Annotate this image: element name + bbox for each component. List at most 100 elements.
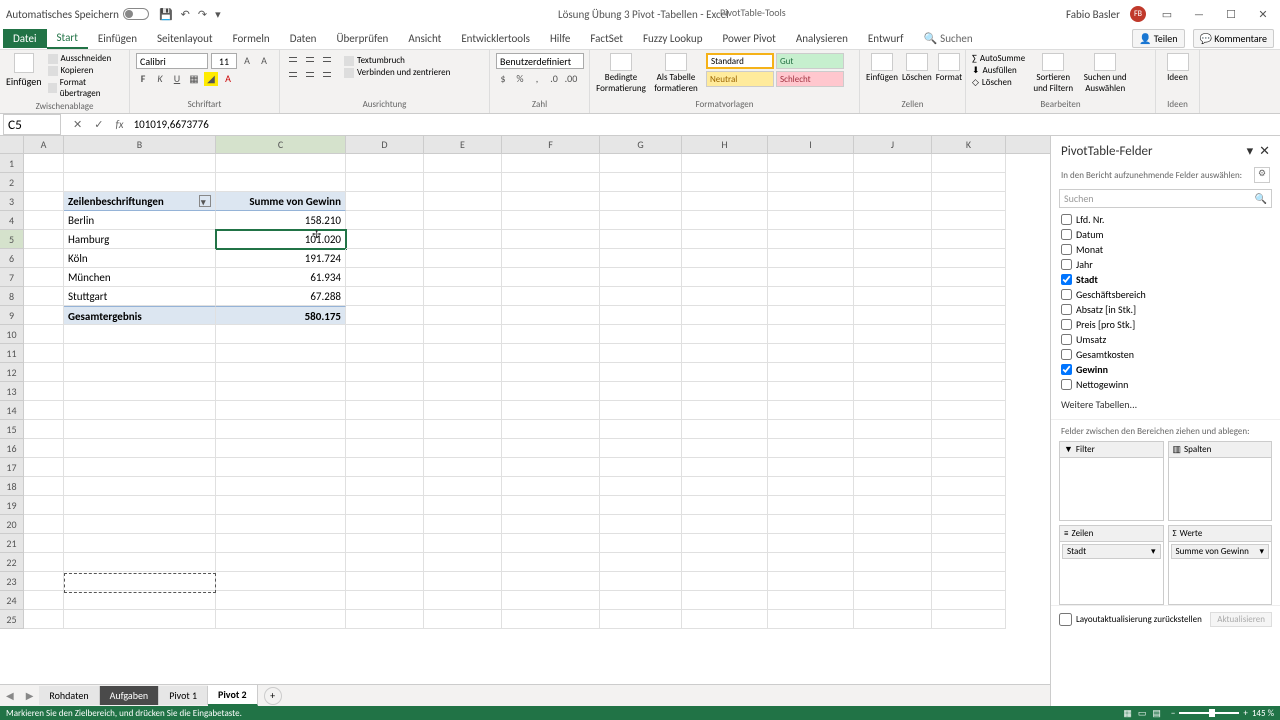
cell[interactable] <box>854 173 932 192</box>
border-button[interactable]: ▦ <box>187 72 201 86</box>
cell[interactable] <box>932 591 1006 610</box>
cell[interactable] <box>424 439 502 458</box>
cell[interactable] <box>424 230 502 249</box>
tab-seitenlayout[interactable]: Seitenlayout <box>147 29 223 48</box>
cell[interactable] <box>682 572 768 591</box>
comments-button[interactable]: 💬 Kommentare <box>1193 29 1274 48</box>
cell[interactable] <box>854 439 932 458</box>
cell[interactable] <box>64 458 216 477</box>
cell[interactable] <box>600 363 682 382</box>
cell[interactable] <box>768 458 854 477</box>
cell[interactable] <box>600 211 682 230</box>
cell[interactable] <box>216 553 346 572</box>
col-header-B[interactable]: B <box>64 136 216 153</box>
row-header-19[interactable]: 19 <box>0 496 23 515</box>
cell[interactable] <box>768 572 854 591</box>
paste-button[interactable]: Einfügen <box>6 53 42 88</box>
cell[interactable] <box>346 458 424 477</box>
cell[interactable] <box>346 439 424 458</box>
zoom-out-icon[interactable]: − <box>1171 708 1175 719</box>
cell[interactable] <box>768 211 854 230</box>
cell[interactable] <box>682 192 768 211</box>
cell[interactable] <box>768 534 854 553</box>
sheet-nav-next-icon[interactable]: ▶ <box>20 689 40 702</box>
cell[interactable] <box>64 344 216 363</box>
cell[interactable] <box>502 496 600 515</box>
cell[interactable] <box>346 496 424 515</box>
cell[interactable] <box>854 268 932 287</box>
row-header-14[interactable]: 14 <box>0 401 23 420</box>
sheet-tab-aufgaben[interactable]: Aufgaben <box>100 686 160 705</box>
sheet-nav-prev-icon[interactable]: ◀ <box>0 689 20 702</box>
field-monat[interactable]: Monat <box>1061 242 1270 257</box>
field-checkbox[interactable] <box>1061 214 1072 225</box>
cell[interactable] <box>682 610 768 629</box>
fill-button[interactable]: ⬇Ausfüllen <box>972 65 1025 76</box>
cell[interactable] <box>502 515 600 534</box>
field-checkbox[interactable] <box>1061 244 1072 255</box>
cell[interactable] <box>216 458 346 477</box>
clear-button[interactable]: ◇Löschen <box>972 77 1025 88</box>
user-avatar[interactable]: FB <box>1130 6 1146 22</box>
insert-cells-button[interactable]: Einfügen <box>866 53 898 83</box>
cell[interactable] <box>932 173 1006 192</box>
cell[interactable]: 101.020 <box>216 230 346 249</box>
cell[interactable] <box>24 477 64 496</box>
cell[interactable] <box>682 458 768 477</box>
cell[interactable] <box>424 610 502 629</box>
cell[interactable] <box>424 572 502 591</box>
user-name[interactable]: Fabio Basler <box>1066 8 1120 21</box>
cell[interactable] <box>600 610 682 629</box>
cell[interactable] <box>502 325 600 344</box>
autosum-button[interactable]: ∑AutoSumme <box>972 53 1025 64</box>
font-size-select[interactable] <box>211 53 237 69</box>
cells-area[interactable]: ZeilenbeschriftungenSumme von GewinnBerl… <box>24 154 1050 629</box>
formula-input[interactable]: 101019,6673776 <box>130 117 1280 132</box>
cell[interactable] <box>64 401 216 420</box>
currency-button[interactable]: $ <box>496 72 510 86</box>
cell[interactable] <box>502 572 600 591</box>
cell[interactable] <box>682 591 768 610</box>
increase-font-icon[interactable]: A <box>240 54 254 68</box>
cell[interactable] <box>600 173 682 192</box>
tab-entwurf[interactable]: Entwurf <box>858 29 914 48</box>
cell[interactable] <box>346 401 424 420</box>
cell[interactable] <box>932 344 1006 363</box>
update-button[interactable]: Aktualisieren <box>1210 612 1272 627</box>
format-cells-button[interactable]: Format <box>936 53 962 83</box>
cell[interactable] <box>216 420 346 439</box>
cell[interactable] <box>424 458 502 477</box>
cell[interactable] <box>768 382 854 401</box>
col-header-J[interactable]: J <box>854 136 932 153</box>
tab-einfuegen[interactable]: Einfügen <box>88 29 147 48</box>
cell[interactable] <box>932 268 1006 287</box>
cell[interactable] <box>854 249 932 268</box>
defer-checkbox[interactable] <box>1059 613 1072 626</box>
cell[interactable] <box>64 439 216 458</box>
conditional-formatting-button[interactable]: Bedingte Formatierung <box>596 53 646 94</box>
cell[interactable] <box>682 230 768 249</box>
rows-area[interactable]: ≡Zeilen Stadt▾ <box>1059 525 1164 605</box>
cell[interactable] <box>64 591 216 610</box>
cell[interactable] <box>502 306 600 325</box>
cell[interactable] <box>768 249 854 268</box>
cell[interactable]: Stuttgart <box>64 287 216 306</box>
col-header-A[interactable]: A <box>24 136 64 153</box>
cell[interactable] <box>768 401 854 420</box>
cell[interactable] <box>502 287 600 306</box>
cell[interactable]: Gesamtergebnis <box>64 306 216 325</box>
cell[interactable] <box>64 173 216 192</box>
cell[interactable] <box>24 401 64 420</box>
cell[interactable] <box>768 363 854 382</box>
autosave-toggle[interactable]: Automatisches Speichern <box>6 8 149 21</box>
sheet-tab-pivot2[interactable]: Pivot 2 <box>208 685 258 706</box>
tab-start[interactable]: Start <box>47 28 88 49</box>
col-header-D[interactable]: D <box>346 136 424 153</box>
cell[interactable] <box>600 439 682 458</box>
cell[interactable]: Berlin <box>64 211 216 230</box>
cell[interactable] <box>346 363 424 382</box>
cell[interactable]: Köln <box>64 249 216 268</box>
cell[interactable] <box>502 230 600 249</box>
cell[interactable] <box>216 382 346 401</box>
style-neutral[interactable]: Neutral <box>706 71 774 87</box>
